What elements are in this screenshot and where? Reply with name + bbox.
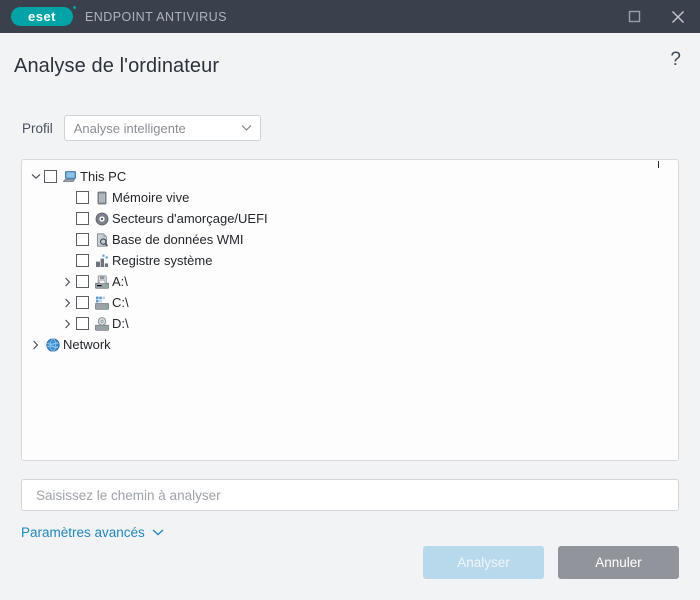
chevron-down-icon[interactable] [27,166,44,187]
memory-icon-wrap [93,189,110,206]
chevron-down-icon [241,125,252,132]
title-bar: eset ENDPOINT ANTIVIRUS [0,0,700,33]
maximize-icon [628,10,640,23]
tree-item-label: Registre système [112,253,213,268]
globe-icon [45,337,60,352]
tree-item[interactable]: A:\ [22,271,678,292]
page-header: Analyse de l'ordinateur [0,33,700,85]
tree-item-checkbox[interactable] [76,191,89,204]
tree-item-checkbox[interactable] [76,212,89,225]
disc-icon [95,212,108,225]
tree-item-label: A:\ [112,274,128,289]
page-title: Analyse de l'ordinateur [14,54,220,77]
profile-label: Profil [22,120,53,136]
disc-icon-wrap [93,210,110,227]
computer-icon-wrap [61,168,78,185]
optical-drive-icon [94,316,109,331]
chevron-right-icon[interactable] [59,271,76,292]
tree-item-checkbox[interactable] [76,317,89,330]
chevron-down-icon [152,523,164,541]
registry-icon [95,254,108,267]
tree-item[interactable]: Registre système [22,250,678,271]
scan-path-field[interactable] [21,479,679,511]
tree-item[interactable]: Network [22,334,678,355]
registry-icon-wrap [93,252,110,269]
chevron-right-icon[interactable] [59,292,76,313]
tree-item-checkbox[interactable] [76,296,89,309]
advanced-settings-toggle[interactable]: Paramètres avancés [21,523,164,541]
floppy-drive-icon [94,274,109,289]
tree-list: This PC Mémoire vive Secteurs d'amorçage/U… [22,160,678,355]
computer-icon [62,170,76,182]
logo-registered-dot [73,6,76,9]
eset-logo-text: eset [27,9,57,24]
scan-targets-tree[interactable]: This PC Mémoire vive Secteurs d'amorçage/U… [21,159,679,461]
tree-item-label: This PC [80,169,127,184]
chevron-right-icon[interactable] [27,334,44,355]
maximize-button[interactable] [612,0,656,33]
tree-item-checkbox[interactable] [76,254,89,267]
tree-item[interactable]: C:\ [22,292,678,313]
scan-path-input[interactable] [34,486,666,504]
tree-item[interactable]: This PC [22,166,678,187]
help-icon[interactable]: ? [670,50,681,69]
optical-drive-icon-wrap [93,315,110,332]
hard-drive-icon-wrap [93,294,110,311]
profile-row: Profil Analyse intelligente [0,115,700,141]
memory-icon [97,191,106,204]
tree-item[interactable]: Base de données WMI [22,229,678,250]
eset-logo: eset [11,6,76,26]
profile-dropdown[interactable]: Analyse intelligente [63,115,261,141]
tree-item-label: Network [63,337,111,352]
close-icon [672,10,684,23]
chevron-right-icon[interactable] [59,313,76,334]
advanced-settings-label: Paramètres avancés [21,524,145,540]
tree-item[interactable]: Mémoire vive [22,187,678,208]
product-name-label: ENDPOINT ANTIVIRUS [85,9,227,24]
tree-item[interactable]: D:\ [22,313,678,334]
dialog-footer: Analyser Annuler [423,546,679,579]
tree-item-label: C:\ [112,295,129,310]
tree-item-label: Base de données WMI [112,232,244,247]
text-caret [658,161,659,168]
scan-button[interactable]: Analyser [423,546,544,579]
close-button[interactable] [656,0,700,33]
profile-selected-value: Analyse intelligente [73,120,186,136]
wmi-icon-wrap [93,231,110,248]
tree-item-label: Secteurs d'amorçage/UEFI [112,211,268,226]
globe-icon-wrap [44,336,61,353]
wmi-icon [96,232,108,247]
tree-item-checkbox[interactable] [76,275,89,288]
floppy-drive-icon-wrap [93,273,110,290]
hard-drive-icon [94,296,109,310]
window-controls [612,0,700,33]
tree-item[interactable]: Secteurs d'amorçage/UEFI [22,208,678,229]
tree-item-label: Mémoire vive [112,190,190,205]
tree-item-checkbox[interactable] [44,170,57,183]
tree-item-label: D:\ [112,316,129,331]
tree-item-checkbox[interactable] [76,233,89,246]
cancel-button[interactable]: Annuler [558,546,679,579]
